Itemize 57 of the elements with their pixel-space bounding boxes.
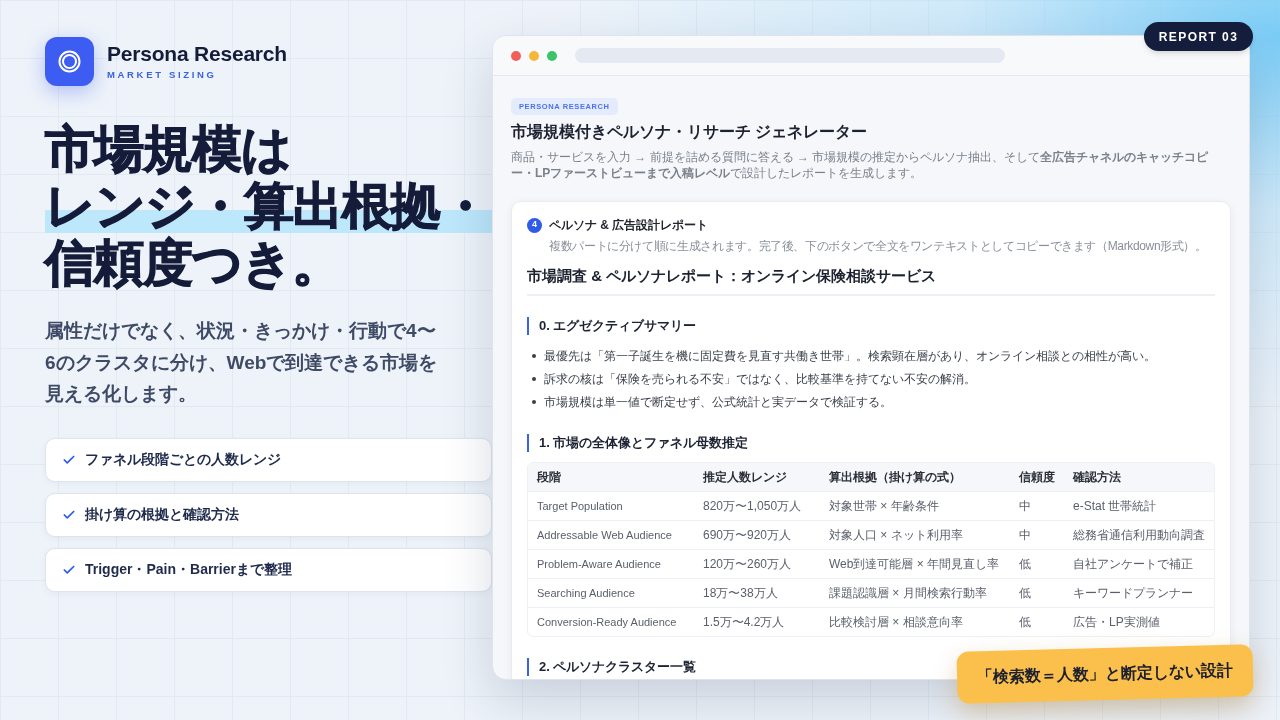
table-cell-text: 対象世帯 × 年齢条件 <box>829 498 939 515</box>
intro-text: 商品・サービスを入力 → 前提を詰める質問に答える → 市場規模の推定からペルソナ抽出、そして全広告チャネルのキャッチコピー・LPファーストビューまで入稿レベルで設計したレポートを生成します。 <box>511 149 1210 181</box>
step-title: ペルソナ & 広告設計レポート <box>549 217 709 233</box>
bullet-text: 訴求の核は「保険を売られる不安」ではなく、比較基準を持てない不安の解消。 <box>544 370 976 388</box>
table-cell-text: キーワードプランナー <box>1073 585 1193 602</box>
headline: 市場規模は レンジ・算出根拠・ 信頼度つき。 <box>45 121 492 292</box>
table-cell-text: Target Population <box>537 498 623 514</box>
section-heading: 1. 市場の全体像とファネル母数推定 <box>527 434 1215 452</box>
table-cell-text: 課題認識層 × 月間検索行動率 <box>829 585 987 602</box>
table-cell-text: 690万〜920万人 <box>703 527 792 544</box>
table-cell-text: Problem-Aware Audience <box>537 556 661 572</box>
bullet-icon <box>532 376 536 381</box>
table-cell-text: Conversion-Ready Audience <box>537 614 677 630</box>
table-cell-text: 自社アンケートで補正 <box>1073 556 1193 573</box>
section-heading: 0. エグゼクティブサマリー <box>527 317 1215 335</box>
table-cell-text: 18万〜38万人 <box>703 585 778 602</box>
bullet-text: 最優先は「第一子誕生を機に固定費を見直す共働き世帯」。検索顕在層があり、オンライン相談との相性が高い。 <box>544 347 1156 365</box>
maximize-icon[interactable] <box>547 50 557 61</box>
bullet-text: 市場規模は単一値で断定せず、公式統計と実データで検証する。 <box>544 393 892 411</box>
column-header: 段階 <box>537 469 561 486</box>
table-cell-text: 広告・LP実測値 <box>1073 614 1160 631</box>
description: 属性だけでなく、状況・きっかけ・行動で4〜6のクラスタに分け、Webで到達できる市場を見える化します。 <box>45 319 439 406</box>
callout-sticker: 「検索数＝人数」と断定しない設計 <box>956 644 1254 704</box>
report-title: 市場調査 & ペルソナレポート：オンライン保険相談サービス <box>527 266 1215 296</box>
step-subtitle: 複数パートに分けて順に生成されます。完了後、下のボタンで全文をワンテキストとしてコピーできます（Markdown形式）。 <box>548 238 1208 254</box>
column-header: 推定人数レンジ <box>703 469 787 486</box>
table-cell-text: Searching Audience <box>537 585 635 601</box>
table-cell-text: Addressable Web Audience <box>537 527 672 543</box>
table-cell-text: 総務省通信利用動向調査 <box>1073 527 1205 544</box>
table-cell-text: 低 <box>1019 585 1031 602</box>
feature-label: ファネル段階ごとの人数レンジ <box>85 450 281 469</box>
feature-label: Trigger・Pain・Barrierまで整理 <box>85 560 292 579</box>
table-cell-text: 820万〜1,050万人 <box>703 498 802 515</box>
report-badge: REPORT 03 <box>1144 22 1253 51</box>
table-cell-text: 120万〜260万人 <box>703 556 792 573</box>
table-cell-text: 中 <box>1019 527 1031 544</box>
brand-name: Persona Research <box>107 42 287 66</box>
feature-label: 掛け算の根拠と確認方法 <box>85 505 239 524</box>
table-cell-text: 比較検討層 × 相談意向率 <box>829 614 963 631</box>
table-cell-text: 対象人口 × ネット利用率 <box>829 527 963 544</box>
table-cell-text: 中 <box>1019 498 1031 515</box>
logo-icon <box>45 37 94 86</box>
table-cell-text: 1.5万〜4.2万人 <box>703 614 785 631</box>
page-title: 市場規模付きペルソナ・リサーチ ジェネレーター <box>511 122 869 142</box>
column-header: 確認方法 <box>1073 469 1121 486</box>
table-cell-text: 低 <box>1019 614 1031 631</box>
column-header: 算出根拠（掛け算の式） <box>829 469 961 486</box>
minimize-icon[interactable] <box>529 50 539 61</box>
table-cell-text: e-Stat 世帯統計 <box>1073 498 1157 515</box>
bullet-icon <box>532 399 536 404</box>
step-number: 4 <box>527 217 542 233</box>
column-header: 信頼度 <box>1019 469 1055 486</box>
brand-tagline: MARKET SIZING <box>107 69 218 81</box>
table-cell-text: 低 <box>1019 556 1031 573</box>
bullet-icon <box>532 353 536 358</box>
close-icon[interactable] <box>511 50 521 61</box>
table-cell-text: Web到達可能層 × 年間見直し率 <box>829 556 1000 573</box>
